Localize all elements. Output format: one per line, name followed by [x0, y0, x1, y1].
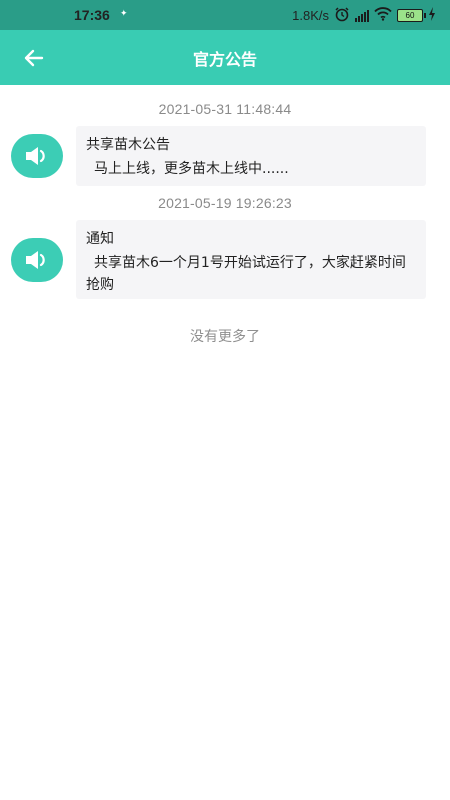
- cellular-signal-icon: [355, 9, 369, 22]
- notice-body: 马上上线，更多苗木上线中......: [94, 161, 289, 177]
- network-speed: 1.8K/s: [292, 8, 329, 23]
- notice-title: 共享苗木公告: [86, 137, 170, 153]
- speaker-icon: [11, 134, 63, 178]
- notice-bubble[interactable]: 共享苗木公告 马上上线，更多苗木上线中......: [76, 126, 426, 186]
- status-bar: 17:36 ✦ 1.8K/s 60: [0, 0, 450, 30]
- page-title: 官方公告: [192, 50, 257, 69]
- notice-timestamp: 2021-05-31 11:48:44: [158, 101, 292, 117]
- alarm-icon: [334, 6, 350, 25]
- app-header: 官方公告: [0, 30, 450, 85]
- status-indicators: 1.8K/s 60: [292, 6, 436, 25]
- notice-bubble[interactable]: 通知 共享苗木6一个月1号开始试运行了，大家赶紧时间抢购: [76, 220, 426, 299]
- no-more-label: 没有更多了: [190, 329, 260, 345]
- notification-dot-icon: ✦: [120, 8, 128, 18]
- battery-icon: 60: [397, 9, 426, 22]
- wifi-icon: [374, 7, 392, 24]
- notice-body: 共享苗木6一个月1号开始试运行了，大家赶紧时间抢购: [86, 255, 406, 293]
- status-time: 17:36: [74, 7, 110, 23]
- speaker-icon: [11, 238, 63, 282]
- notice-timestamp: 2021-05-19 19:26:23: [158, 195, 292, 211]
- charging-icon: [428, 7, 436, 24]
- notice-title: 通知: [86, 231, 114, 247]
